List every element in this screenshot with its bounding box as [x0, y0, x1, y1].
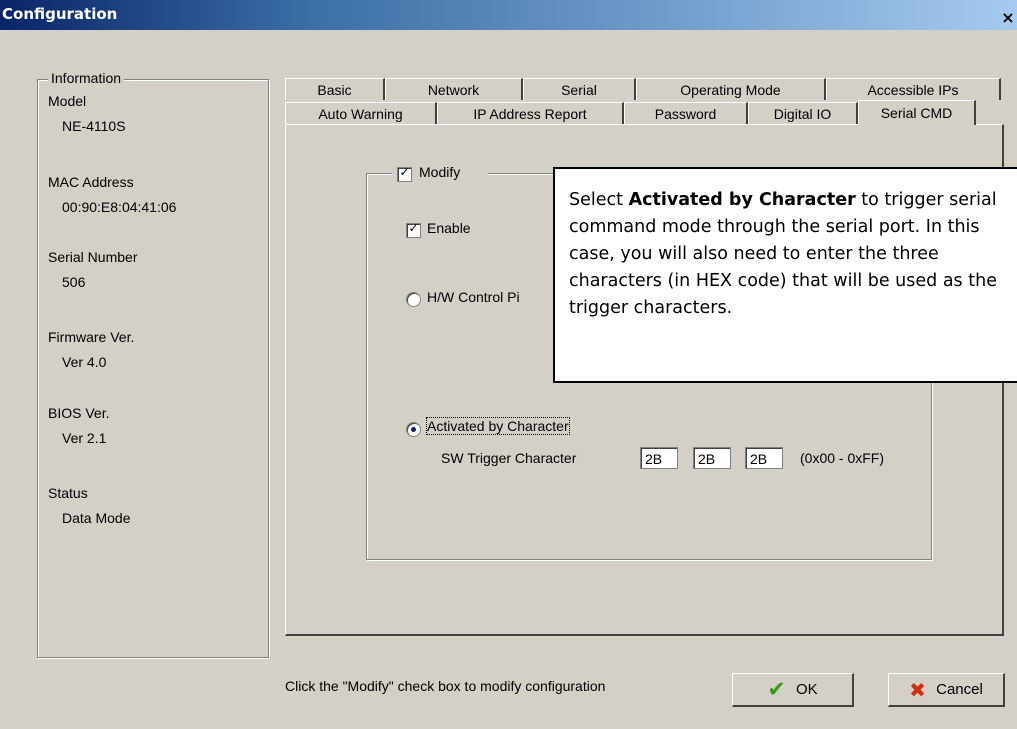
cancel-label: Cancel: [936, 681, 983, 698]
ok-label: OK: [795, 681, 818, 698]
tab-accessible-ips[interactable]: Accessible IPs: [826, 78, 1001, 100]
model-label: Model: [48, 93, 87, 109]
bios-label: BIOS Ver.: [48, 405, 110, 421]
modify-checkbox[interactable]: ✓: [397, 165, 412, 182]
tab-auto-warning[interactable]: Auto Warning: [285, 102, 437, 124]
trigger-char-3-input[interactable]: 2B: [745, 447, 783, 469]
configuration-window: Configuration × Information Model NE-411…: [0, 0, 1017, 729]
activated-by-character-label: Activated by Character: [426, 417, 570, 435]
checkmark-icon: ✓: [399, 165, 410, 179]
tab-ip-address-report[interactable]: IP Address Report: [437, 102, 624, 124]
tab-basic[interactable]: Basic: [285, 78, 385, 100]
mac-address-value: 00:90:E8:04:41:06: [62, 199, 177, 215]
firmware-value: Ver 4.0: [62, 354, 107, 370]
enable-label: Enable: [427, 220, 471, 236]
callout-box: Select Activated by Character to trigger…: [553, 167, 1017, 383]
sw-trigger-character-label: SW Trigger Character: [441, 450, 577, 466]
serial-number-value: 506: [62, 274, 86, 290]
enable-checkbox[interactable]: ✓: [406, 221, 421, 238]
information-group-title: Information: [48, 70, 125, 86]
tab-serial-cmd[interactable]: Serial CMD: [858, 100, 976, 125]
modify-label: Modify: [419, 164, 461, 180]
close-icon[interactable]: ×: [999, 10, 1017, 28]
footer-hint: Click the "Modify" check box to modify c…: [285, 678, 606, 694]
mac-address-label: MAC Address: [48, 174, 134, 190]
callout-text: Select Activated by Character to trigger…: [569, 187, 1017, 322]
tab-network[interactable]: Network: [385, 78, 523, 100]
title-bar: Configuration: [0, 0, 1017, 30]
checkmark-icon: ✔: [767, 677, 786, 703]
serial-number-label: Serial Number: [48, 249, 138, 265]
hw-control-pin-radio[interactable]: [406, 292, 421, 307]
cancel-x-icon: ✖: [909, 678, 926, 703]
trigger-char-1-input[interactable]: 2B: [640, 447, 678, 469]
model-value: NE-4110S: [62, 118, 126, 134]
checkmark-icon: ✓: [408, 221, 419, 235]
trigger-range-hint: (0x00 - 0xFF): [800, 450, 885, 466]
cancel-button[interactable]: ✖ Cancel: [888, 673, 1005, 707]
window-title: Configuration: [2, 5, 118, 23]
bios-value: Ver 2.1: [62, 430, 107, 446]
tab-digital-io[interactable]: Digital IO: [748, 102, 858, 124]
firmware-label: Firmware Ver.: [48, 329, 135, 345]
trigger-char-2-input[interactable]: 2B: [693, 447, 731, 469]
tab-password[interactable]: Password: [624, 102, 748, 124]
ok-button[interactable]: ✔ OK: [732, 673, 854, 707]
status-label: Status: [48, 485, 88, 501]
activated-by-character-radio[interactable]: [406, 422, 421, 437]
radio-selected-dot: [411, 427, 416, 432]
status-value: Data Mode: [62, 510, 131, 526]
tab-operating-mode[interactable]: Operating Mode: [636, 78, 826, 100]
callout-text-before: Select: [569, 190, 629, 210]
callout-text-bold: Activated by Character: [628, 190, 856, 210]
hw-control-pin-label: H/W Control Pi: [427, 289, 520, 305]
tab-serial[interactable]: Serial: [523, 78, 636, 100]
